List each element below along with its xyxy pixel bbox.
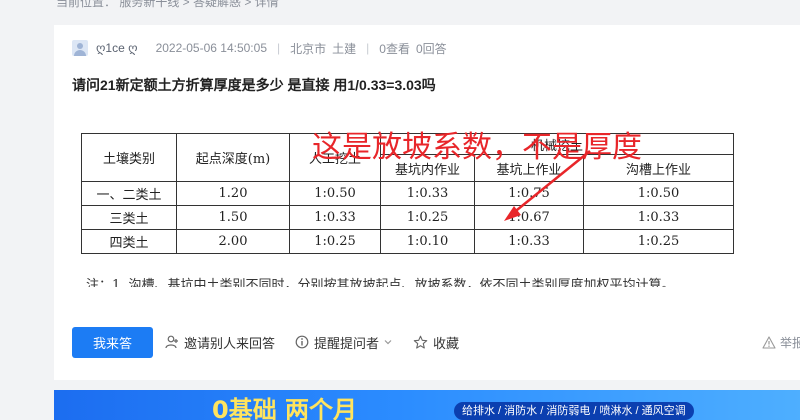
- star-icon: [413, 335, 428, 349]
- report-label: 举报: [780, 336, 800, 350]
- promo-banner[interactable]: 0基础 两个月 给排水 / 消防水 / 消防弱电 / 喷淋水 / 通风空调: [54, 390, 800, 420]
- report-button[interactable]: 举报: [762, 334, 800, 351]
- category-tag[interactable]: 土建: [332, 40, 356, 57]
- chevron-down-icon: [384, 340, 392, 345]
- warning-icon: [762, 336, 776, 349]
- avatar[interactable]: [72, 40, 88, 56]
- meta-divider: |: [366, 41, 370, 55]
- question-title: 请问21新定额土方折算厚度是多少 是直接 用1/0.33=3.03吗: [72, 77, 436, 93]
- annotation-text: 这是放坡系数，不是厚度: [312, 130, 642, 165]
- action-bar: 我来答 邀请别人来回答 提醒提问者 收藏: [72, 326, 479, 358]
- question-card: ღ1ce ღ 2022-05-06 14:50:05 | 北京市 土建 | 0查…: [54, 25, 800, 380]
- answer-count: 0回答: [415, 41, 447, 56]
- remind-label: 提醒提问者: [314, 335, 380, 351]
- user-plus-icon: [165, 335, 178, 349]
- view-count: 0查看: [379, 41, 410, 56]
- remind-asker-button[interactable]: 提醒提问者: [295, 333, 393, 352]
- banner-headline: 0基础 两个月: [212, 396, 358, 420]
- banner-tag: 给排水 / 消防水 / 消防弱电 / 喷淋水 / 通风空调: [454, 402, 694, 420]
- meta-divider: |: [277, 41, 281, 55]
- question-meta: ღ1ce ღ 2022-05-06 14:50:05 | 北京市 土建 | 0查…: [72, 39, 447, 57]
- location: 北京市: [290, 41, 327, 56]
- breadcrumb: 当前位置： 服务新干线 > 答疑解惑 > 详情: [56, 0, 279, 9]
- answer-button[interactable]: 我来答: [72, 326, 153, 358]
- favorite-label: 收藏: [433, 335, 460, 351]
- username[interactable]: ღ1ce ღ: [96, 41, 138, 55]
- question-image[interactable]: 土壤类别 起点深度(m) 人工挖土 机械挖土 基坑内作业 基坑上作业 沟槽上作业…: [72, 107, 772, 307]
- invite-answer-button[interactable]: 邀请别人来回答: [165, 333, 275, 352]
- info-icon: [295, 335, 309, 349]
- favorite-button[interactable]: 收藏: [413, 333, 459, 352]
- post-datetime: 2022-05-06 14:50:05: [155, 41, 267, 55]
- invite-label: 邀请别人来回答: [184, 335, 276, 351]
